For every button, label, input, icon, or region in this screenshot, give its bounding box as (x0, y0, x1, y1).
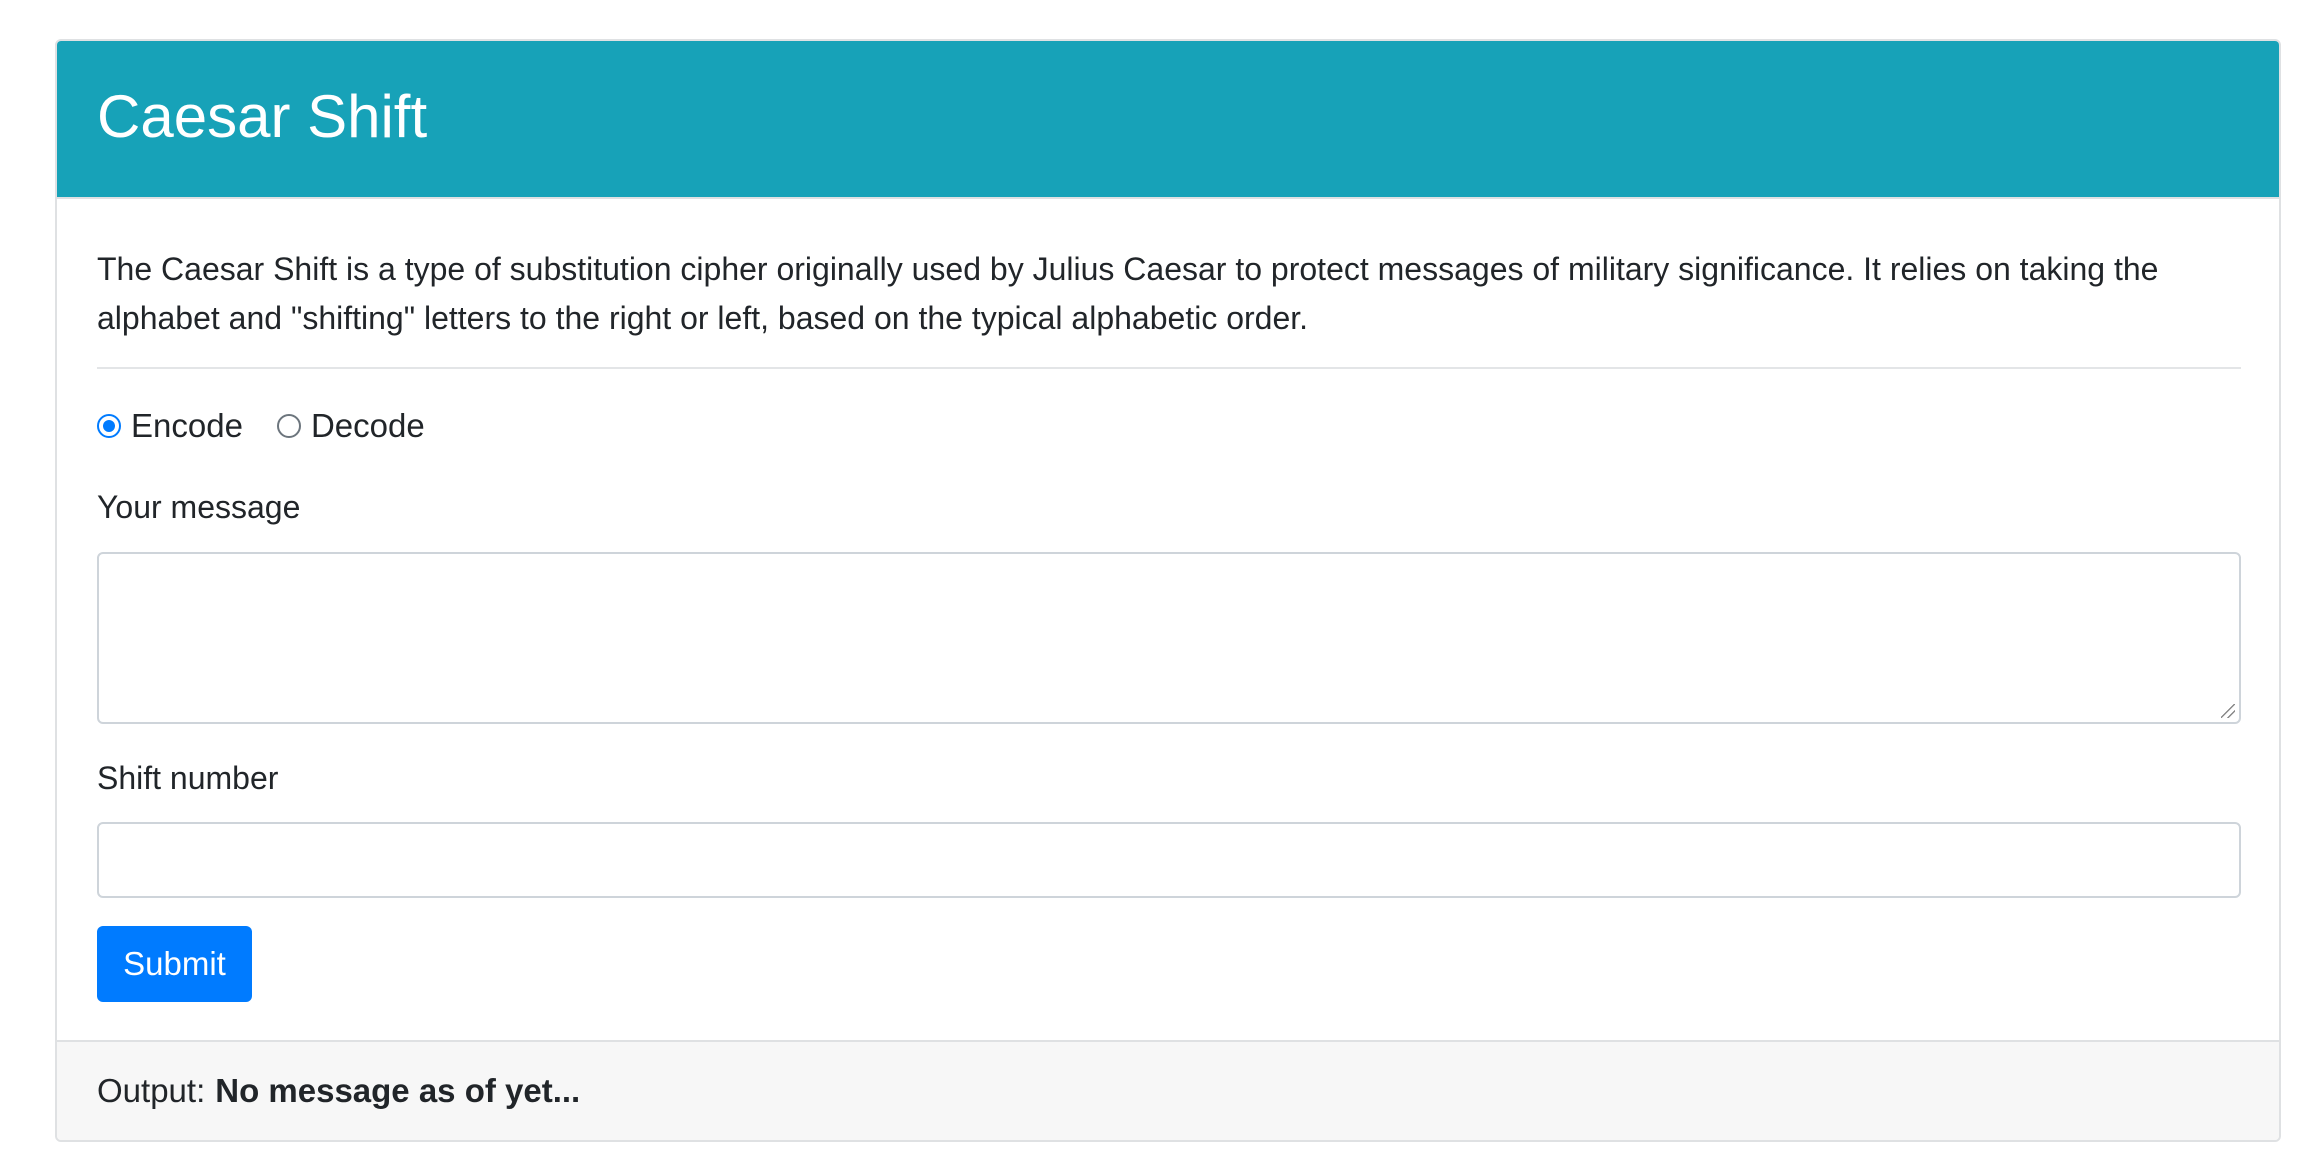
encode-radio-label: Encode (131, 407, 243, 444)
shift-number-label: Shift number (97, 760, 279, 796)
encode-radio[interactable]: Encode (97, 407, 243, 445)
page-title: Caesar Shift (97, 83, 428, 150)
decode-radio[interactable]: Decode (276, 407, 425, 445)
shift-number-input[interactable] (97, 822, 2241, 898)
output-label: Output: (97, 1072, 206, 1109)
message-label: Your message (97, 489, 301, 525)
submit-button[interactable]: Submit (97, 926, 252, 1002)
divider (97, 367, 2241, 369)
output-footer: Output: No message as of yet... (57, 1040, 2279, 1140)
resize-grip-icon[interactable] (2221, 704, 2235, 718)
intro-text: The Caesar Shift is a type of substituti… (97, 251, 2159, 336)
caesar-shift-card: Caesar Shift The Caesar Shift is a type … (55, 39, 2281, 1142)
decode-radio-label: Decode (310, 407, 425, 444)
encode-radio-circle[interactable] (97, 414, 121, 438)
output-value: No message as of yet... (215, 1072, 581, 1109)
message-textarea[interactable] (97, 552, 2241, 724)
card-header: Caesar Shift (57, 41, 2279, 199)
mode-radio-group: Encode Decode (97, 407, 459, 445)
decode-radio-circle[interactable] (276, 414, 301, 438)
card-body: The Caesar Shift is a type of substituti… (57, 199, 2279, 1042)
